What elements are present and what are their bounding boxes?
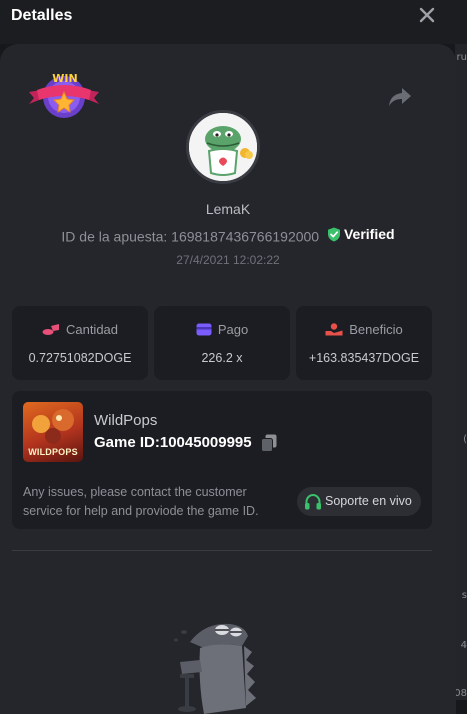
share-icon[interactable] xyxy=(388,86,412,108)
verified-label: Verified xyxy=(343,226,395,242)
stat-payout: Pago 226.2 x xyxy=(154,306,290,380)
coins-icon xyxy=(42,324,59,335)
game-card: WILDPOPS WildPops Game ID:10045009995 An… xyxy=(12,391,432,529)
stat-amount-label: Cantidad xyxy=(65,322,119,337)
stat-amount-label-row: Cantidad xyxy=(12,322,148,337)
background-page-strip xyxy=(455,40,467,700)
game-thumbnail[interactable]: WILDPOPS xyxy=(23,402,83,462)
verified-badge: Verified xyxy=(327,226,395,242)
stat-payout-label: Pago xyxy=(217,322,249,337)
background-text-fragment: 08 xyxy=(454,688,467,699)
issues-help-text: Any issues, please contact the customer … xyxy=(23,485,259,518)
bet-id-label: ID de la apuesta: xyxy=(61,228,168,245)
game-thumbnail-label: WILDPOPS xyxy=(28,447,78,457)
live-support-label: Soporte en vivo xyxy=(325,494,412,508)
avatar xyxy=(186,110,260,184)
stat-profit-label: Beneficio xyxy=(349,322,403,337)
background-text-fragment: 4 xyxy=(460,640,467,651)
headset-icon xyxy=(305,493,321,510)
hand-coin-icon xyxy=(325,323,343,336)
bet-timestamp: 27/4/2021 12:02:22 xyxy=(176,253,280,267)
modal-title: Detalles xyxy=(11,7,73,24)
stat-amount: Cantidad 0.72751082DOGE xyxy=(12,306,148,380)
crocodile-mascot-icon xyxy=(174,623,256,714)
shield-check-icon xyxy=(327,227,340,241)
live-support-button[interactable]: Soporte en vivo xyxy=(297,487,421,516)
game-id: Game ID:10045009995 xyxy=(94,434,252,451)
bet-id-value: 1698187436766192000 xyxy=(171,228,320,245)
background-text-fragment: ( xyxy=(463,434,467,445)
stat-profit: Beneficio +163.835437DOGE xyxy=(296,306,432,380)
card-icon xyxy=(196,323,212,336)
section-divider xyxy=(12,550,432,551)
background-text-fragment: ru xyxy=(456,52,467,63)
bet-id-line: ID de la apuesta: 1698187436766192000 Ve… xyxy=(0,226,456,245)
game-name: WildPops xyxy=(94,412,158,429)
copy-icon[interactable] xyxy=(261,434,277,452)
stat-amount-value: 0.72751082DOGE xyxy=(28,351,132,365)
close-icon[interactable] xyxy=(416,4,438,26)
username: LemaK xyxy=(205,201,251,217)
stat-payout-value: 226.2 x xyxy=(201,351,243,365)
stat-profit-label-row: Beneficio xyxy=(296,322,432,337)
stat-payout-label-row: Pago xyxy=(154,322,290,337)
background-text-fragment: s xyxy=(461,590,467,601)
modal-header: Detalles xyxy=(0,0,467,44)
stat-profit-value: +163.835437DOGE xyxy=(308,351,420,365)
win-badge-label: WIN xyxy=(52,72,78,85)
crocodile-avatar-icon xyxy=(189,113,257,181)
